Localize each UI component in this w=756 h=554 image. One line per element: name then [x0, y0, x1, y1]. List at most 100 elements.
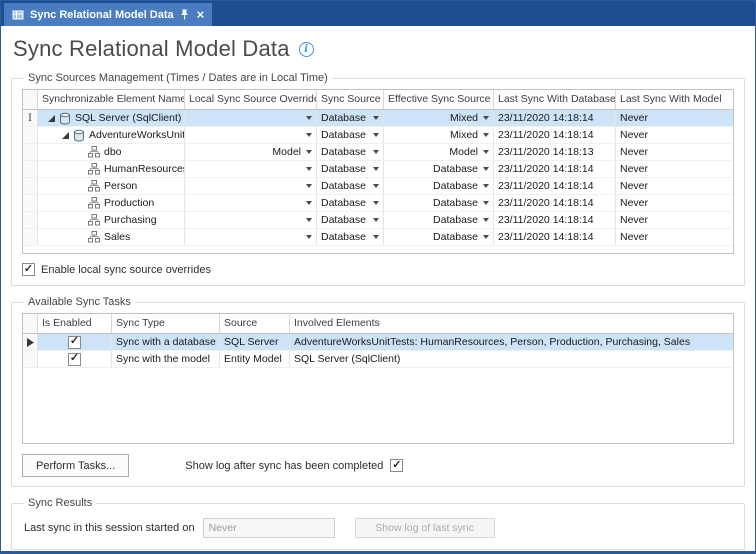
sync-type-cell: Sync with the model: [112, 351, 220, 367]
sync-sources-grid-header: Synchronizable Element Name Local Sync S…: [23, 90, 733, 110]
chevron-down-icon: [483, 150, 489, 154]
chevron-down-icon: [306, 235, 312, 239]
task-actions-row: Perform Tasks... Show log after sync has…: [22, 454, 734, 477]
table-row-sales[interactable]: Sales Database Database 23/11/2020 14:18…: [23, 229, 733, 246]
last-sync-database-cell: 23/11/2020 14:18:14: [494, 195, 616, 211]
page-title: Sync Relational Model Data: [13, 36, 290, 62]
override-dropdown[interactable]: [185, 229, 317, 245]
app-window: Sync Relational Model Data × Sync Relati…: [0, 0, 756, 554]
last-sync-model-cell: Never: [616, 110, 733, 126]
sync-source-dropdown[interactable]: Database: [317, 178, 384, 194]
header-involved-elements[interactable]: Involved Elements: [290, 314, 733, 333]
expander-expanded-icon[interactable]: [60, 131, 71, 140]
effective-source-dropdown[interactable]: Database: [384, 178, 494, 194]
tab-sync-relational-model-data[interactable]: Sync Relational Model Data ×: [4, 3, 212, 26]
close-icon[interactable]: ×: [197, 8, 205, 21]
last-sync-model-cell: Never: [616, 212, 733, 228]
sync-tasks-grid: Is Enabled Sync Type Source Involved Ele…: [22, 313, 734, 444]
table-row-production[interactable]: Production Database Database 23/11/2020 …: [23, 195, 733, 212]
override-dropdown[interactable]: [185, 127, 317, 143]
grid-empty-area: [23, 246, 733, 253]
effective-source-dropdown[interactable]: Database: [384, 212, 494, 228]
last-sync-model-cell: Never: [616, 127, 733, 143]
last-sync-model-cell: Never: [616, 229, 733, 245]
sync-source-dropdown[interactable]: Database: [317, 161, 384, 177]
last-sync-label: Last sync in this session started on: [24, 522, 195, 534]
chevron-down-icon: [373, 167, 379, 171]
row-indicator: [23, 195, 38, 211]
override-dropdown[interactable]: Model: [185, 144, 317, 160]
page-content: Sync Relational Model Data i Sync Source…: [1, 26, 755, 551]
header-element-name[interactable]: Synchronizable Element Name: [38, 90, 185, 109]
effective-source-dropdown[interactable]: Database: [384, 229, 494, 245]
chevron-down-icon: [483, 201, 489, 205]
header-local-override[interactable]: Local Sync Source Override: [185, 90, 317, 109]
chevron-down-icon: [306, 218, 312, 222]
task-enabled-checkbox[interactable]: [68, 353, 81, 366]
header-sync-source[interactable]: Sync Source: [317, 90, 384, 109]
effective-source-dropdown[interactable]: Model: [384, 144, 494, 160]
task-enabled-checkbox[interactable]: [68, 336, 81, 349]
chevron-down-icon: [306, 133, 312, 137]
last-sync-database-cell: 23/11/2020 14:18:14: [494, 178, 616, 194]
header-source[interactable]: Source: [220, 314, 290, 333]
sync-source-dropdown[interactable]: Database: [317, 110, 384, 126]
row-indicator: [23, 351, 38, 367]
element-name-cell: Sales: [38, 229, 185, 245]
chevron-down-icon: [483, 116, 489, 120]
effective-source-dropdown[interactable]: Mixed: [384, 127, 494, 143]
header-is-enabled[interactable]: Is Enabled: [38, 314, 112, 333]
last-sync-database-cell: 23/11/2020 14:18:14: [494, 110, 616, 126]
table-row-dbo[interactable]: dbo Model Database Model 23/11/2020 14:1…: [23, 144, 733, 161]
sync-source-dropdown[interactable]: Database: [317, 195, 384, 211]
override-dropdown[interactable]: [185, 178, 317, 194]
chevron-down-icon: [483, 133, 489, 137]
override-dropdown[interactable]: [185, 195, 317, 211]
sync-results-group: Sync Results Last sync in this session s…: [11, 497, 745, 550]
expander-expanded-icon[interactable]: [46, 114, 57, 123]
row-indicator: [23, 178, 38, 194]
override-dropdown[interactable]: [185, 161, 317, 177]
header-sync-type[interactable]: Sync Type: [112, 314, 220, 333]
show-log-of-last-sync-button: Show log of last sync: [355, 518, 495, 538]
table-row-person[interactable]: Person Database Database 23/11/2020 14:1…: [23, 178, 733, 195]
current-row-arrow-icon: [27, 338, 34, 347]
header-effective-source[interactable]: Effective Sync Source: [384, 90, 494, 109]
effective-source-dropdown[interactable]: Database: [384, 195, 494, 211]
header-last-sync-database[interactable]: Last Sync With Database: [494, 90, 616, 109]
table-row-adventureworks[interactable]: AdventureWorksUnitTests Database Mixed 2…: [23, 127, 733, 144]
info-icon[interactable]: i: [299, 42, 314, 57]
override-dropdown[interactable]: [185, 110, 317, 126]
override-dropdown[interactable]: [185, 212, 317, 228]
perform-tasks-button[interactable]: Perform Tasks...: [22, 454, 129, 477]
sync-source-dropdown[interactable]: Database: [317, 212, 384, 228]
element-name-cell: Production: [38, 195, 185, 211]
sync-source-dropdown[interactable]: Database: [317, 127, 384, 143]
sync-source-dropdown[interactable]: Database: [317, 229, 384, 245]
schema-icon: [88, 146, 100, 158]
pin-icon[interactable]: [180, 9, 189, 20]
show-log-after-sync-checkbox[interactable]: [390, 459, 403, 472]
enable-overrides-checkbox[interactable]: [22, 263, 35, 276]
effective-source-dropdown[interactable]: Database: [384, 161, 494, 177]
last-sync-model-cell: Never: [616, 161, 733, 177]
task-row-sync-database[interactable]: Sync with a database SQL Server Adventur…: [23, 334, 733, 351]
task-row-sync-model[interactable]: Sync with the model Entity Model SQL Ser…: [23, 351, 733, 368]
table-row-sql-server[interactable]: I SQL Server (SqlClient) Database Mixed …: [23, 110, 733, 127]
chevron-down-icon: [306, 184, 312, 188]
sync-tasks-group-title: Available Sync Tasks: [24, 296, 135, 308]
header-last-sync-model[interactable]: Last Sync With Model: [616, 90, 733, 109]
element-name: dbo: [104, 146, 122, 158]
sync-source-dropdown[interactable]: Database: [317, 144, 384, 160]
row-indicator: [23, 127, 38, 143]
chevron-down-icon: [373, 218, 379, 222]
effective-source-dropdown[interactable]: Mixed: [384, 110, 494, 126]
last-sync-model-cell: Never: [616, 195, 733, 211]
chevron-down-icon: [373, 116, 379, 120]
is-enabled-cell: [38, 334, 112, 350]
document-grid-icon: [12, 9, 24, 21]
element-name-cell: Person: [38, 178, 185, 194]
table-row-purchasing[interactable]: Purchasing Database Database 23/11/2020 …: [23, 212, 733, 229]
table-row-humanresources[interactable]: HumanResources Database Database 23/11/2…: [23, 161, 733, 178]
last-sync-database-cell: 23/11/2020 14:18:14: [494, 127, 616, 143]
